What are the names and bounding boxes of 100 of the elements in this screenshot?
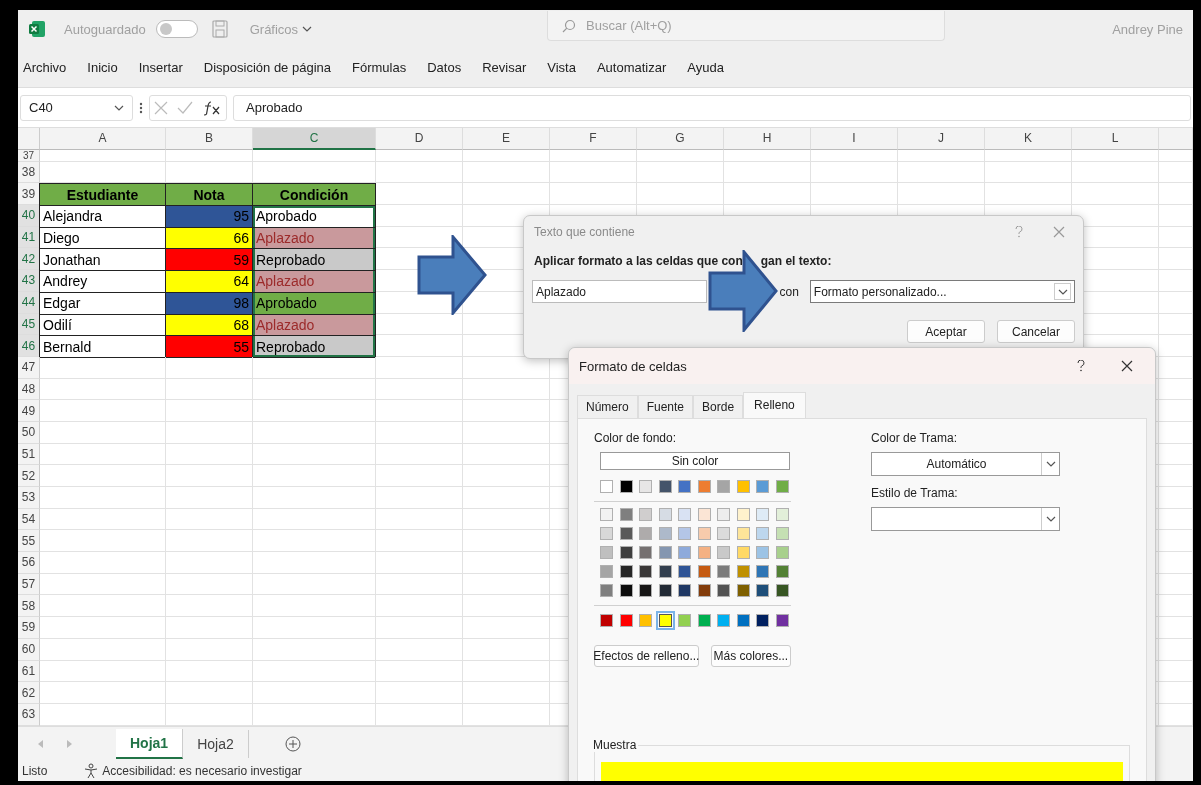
grid-cell[interactable]	[463, 573, 550, 596]
grid-cell[interactable]	[463, 508, 550, 531]
grid-cell[interactable]	[1159, 530, 1193, 553]
row-header[interactable]: 59	[18, 617, 40, 639]
color-swatch[interactable]	[639, 614, 652, 627]
color-swatch[interactable]	[678, 527, 691, 540]
menu-tab[interactable]: Datos	[426, 58, 463, 77]
column-header[interactable]: K	[985, 128, 1072, 150]
menu-tab[interactable]: Archivo	[22, 58, 68, 77]
grid-cell[interactable]	[376, 313, 463, 336]
grid-cell[interactable]	[1159, 638, 1193, 661]
grid-cell[interactable]	[463, 183, 550, 206]
grid-cell[interactable]	[40, 682, 166, 704]
grid-cell[interactable]	[40, 378, 166, 401]
grid-cell[interactable]	[166, 595, 253, 618]
grid-cell[interactable]	[898, 161, 985, 184]
grid-cell[interactable]	[463, 530, 550, 553]
grid-cell[interactable]	[463, 552, 550, 574]
add-sheet-icon[interactable]	[284, 735, 301, 752]
save-icon[interactable]	[211, 20, 228, 38]
grid-cell[interactable]	[376, 161, 463, 184]
grid-cell[interactable]	[1159, 291, 1193, 314]
grid-cell[interactable]	[1159, 421, 1193, 444]
column-header[interactable]: D	[376, 128, 463, 150]
grid-cell[interactable]	[1159, 205, 1193, 227]
color-swatch[interactable]	[717, 527, 730, 540]
color-swatch[interactable]	[619, 584, 633, 597]
grid-cell[interactable]	[40, 356, 166, 379]
select-all-corner[interactable]	[18, 128, 40, 150]
cancel-icon[interactable]	[154, 100, 169, 115]
color-swatch[interactable]	[756, 527, 769, 540]
grid-cell[interactable]	[166, 400, 253, 422]
grid-cell[interactable]	[166, 487, 253, 509]
color-swatch[interactable]	[717, 614, 730, 627]
grid-cell[interactable]	[1159, 595, 1193, 618]
color-swatch[interactable]	[619, 508, 633, 521]
grid-cell[interactable]	[253, 660, 376, 683]
color-swatch[interactable]	[678, 584, 691, 597]
grid-cell[interactable]	[637, 183, 724, 206]
grid-cell[interactable]	[1072, 161, 1159, 184]
grid-cell[interactable]	[166, 660, 253, 683]
sheet-tab[interactable]: Hoja2	[183, 729, 249, 758]
column-header[interactable]: G	[637, 128, 724, 150]
format-dropdown[interactable]: Formato personalizado...	[809, 280, 1075, 303]
color-swatch[interactable]	[639, 527, 652, 540]
grid-cell[interactable]	[550, 161, 637, 184]
color-swatch[interactable]	[619, 527, 633, 540]
grid-cell[interactable]	[985, 183, 1072, 206]
grid-cell[interactable]	[253, 400, 376, 422]
grid-cell[interactable]	[166, 378, 253, 401]
color-swatch[interactable]	[736, 565, 750, 578]
grid-cell[interactable]	[1072, 149, 1159, 162]
grid-cell[interactable]	[376, 378, 463, 401]
grid-cell[interactable]	[463, 660, 550, 683]
grid-cell[interactable]	[40, 552, 166, 574]
grid-cell[interactable]	[463, 161, 550, 184]
grid-cell[interactable]	[376, 443, 463, 466]
accessibility-icon[interactable]	[83, 762, 100, 779]
column-header[interactable]: I	[811, 128, 898, 150]
column-header[interactable]: L	[1072, 128, 1159, 150]
column-header[interactable]: H	[724, 128, 811, 150]
grid-cell[interactable]	[1159, 465, 1193, 487]
grid-cell[interactable]	[376, 335, 463, 357]
grid-cell[interactable]	[253, 595, 376, 618]
sheet-tab[interactable]: Hoja1	[116, 728, 184, 759]
menu-tab[interactable]: Insertar	[137, 58, 184, 77]
row-header[interactable]: 60	[18, 638, 40, 661]
grid-cell[interactable]	[40, 638, 166, 661]
grid-cell[interactable]	[1159, 573, 1193, 596]
color-swatch[interactable]	[639, 584, 652, 597]
name-box[interactable]: C40	[20, 94, 133, 121]
grid-cell[interactable]	[376, 617, 463, 639]
autosave-toggle[interactable]	[155, 20, 198, 38]
color-swatch[interactable]	[697, 584, 711, 597]
pattern-style-dropdown[interactable]	[871, 507, 1060, 531]
grid-cell[interactable]	[1159, 443, 1193, 466]
grid-cell[interactable]	[40, 421, 166, 444]
row-header[interactable]: 61	[18, 660, 40, 683]
grid-cell[interactable]	[253, 617, 376, 639]
grid-cell[interactable]	[898, 183, 985, 206]
color-swatch[interactable]	[639, 480, 652, 493]
color-swatch[interactable]	[717, 584, 730, 597]
color-swatch[interactable]	[658, 546, 672, 559]
color-swatch[interactable]	[717, 508, 730, 521]
grid-cell[interactable]	[253, 421, 376, 444]
grid-cell[interactable]	[376, 421, 463, 444]
color-swatch[interactable]	[736, 480, 750, 493]
grid-cell[interactable]	[463, 465, 550, 487]
grid-cell[interactable]	[463, 443, 550, 466]
color-swatch[interactable]	[697, 614, 711, 627]
grid-cell[interactable]	[1159, 226, 1193, 249]
color-swatch[interactable]	[678, 614, 691, 627]
grid-cell[interactable]	[40, 465, 166, 487]
grid-cell[interactable]	[550, 183, 637, 206]
color-swatch[interactable]	[697, 565, 711, 578]
color-swatch[interactable]	[697, 508, 711, 521]
row-header[interactable]: 57	[18, 573, 40, 596]
text-input[interactable]: Aplazado	[532, 280, 708, 303]
grid-cell[interactable]	[166, 530, 253, 553]
dialog-tab[interactable]: Relleno	[743, 392, 806, 418]
